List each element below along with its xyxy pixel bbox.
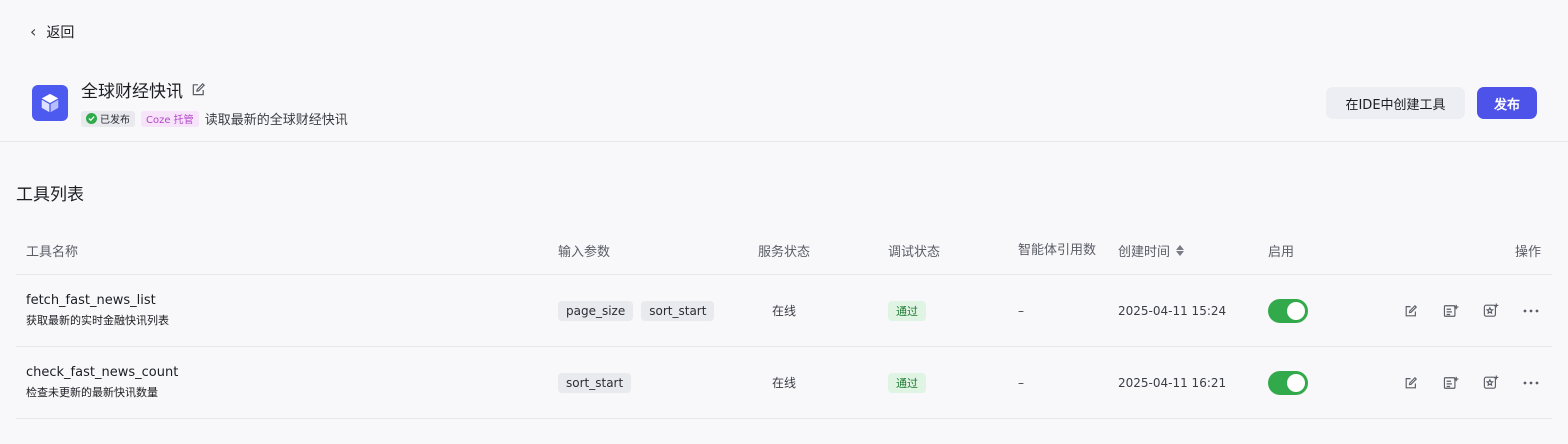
back-label: 返回: [46, 25, 75, 41]
hosted-badge: Coze 托管: [141, 110, 199, 127]
add-to-list-icon[interactable]: [1441, 301, 1461, 321]
plugin-header: 全球财经快讯 已发布 Coze 托管 读取最新的全球财经快讯 在IDE中创建工具…: [0, 64, 1568, 142]
header-enabled: 启用: [1268, 245, 1295, 260]
plugin-title: 全球财经快讯: [81, 82, 183, 102]
cube-icon: [32, 85, 68, 121]
param-tag: sort_start: [558, 372, 632, 393]
published-label: 已发布: [100, 115, 130, 126]
header-debug: 调试状态: [888, 245, 941, 260]
created-time: 2025-04-11 15:24: [1118, 303, 1227, 318]
header-service: 服务状态: [758, 245, 811, 260]
edit-icon[interactable]: [1401, 373, 1421, 393]
header-created[interactable]: 创建时间: [1118, 226, 1185, 275]
tool-name: check_fast_news_count: [26, 365, 179, 380]
tool-name: fetch_fast_news_list: [26, 293, 156, 308]
table-header: 工具名称 输入参数 服务状态 调试状态 智能体引用数 创建时间 启用 操作: [16, 226, 1552, 275]
check-circle-icon: [86, 113, 97, 124]
service-status: 在线: [772, 376, 797, 390]
debug-status-badge: 通过: [888, 372, 926, 393]
section-title: 工具列表: [16, 185, 84, 205]
edit-icon[interactable]: [191, 82, 207, 98]
publish-button[interactable]: 发布: [1477, 87, 1537, 119]
more-icon[interactable]: [1521, 373, 1541, 393]
header-ops: 操作: [1515, 245, 1542, 260]
param-tag: page_size: [558, 300, 634, 321]
sort-icon[interactable]: [1176, 245, 1185, 256]
more-icon[interactable]: [1521, 301, 1541, 321]
back-link[interactable]: ‹ 返回: [30, 21, 74, 43]
chevron-left-icon: ‹: [30, 22, 37, 41]
created-time: 2025-04-11 16:21: [1118, 375, 1227, 390]
table-row[interactable]: check_fast_news_count 检查未更新的最新快讯数量 sort_…: [16, 347, 1552, 419]
table-row[interactable]: fetch_fast_news_list 获取最新的实时金融快讯列表 page_…: [16, 275, 1552, 347]
service-status: 在线: [772, 304, 797, 318]
add-to-list-icon[interactable]: [1441, 373, 1461, 393]
enable-toggle[interactable]: [1268, 370, 1308, 395]
create-in-ide-button[interactable]: 在IDE中创建工具: [1326, 87, 1465, 119]
header-created-label: 创建时间: [1118, 245, 1171, 260]
ref-count: –: [1018, 303, 1024, 318]
star-add-icon[interactable]: [1481, 301, 1501, 321]
star-add-icon[interactable]: [1481, 373, 1501, 393]
header-refs: 智能体引用数: [1018, 243, 1097, 258]
tool-description: 获取最新的实时金融快讯列表: [26, 314, 169, 327]
param-tag: sort_start: [641, 300, 715, 321]
published-badge: 已发布: [81, 110, 135, 127]
header-name: 工具名称: [26, 245, 79, 260]
plugin-description: 读取最新的全球财经快讯: [204, 113, 348, 128]
tools-table: 工具名称 输入参数 服务状态 调试状态 智能体引用数 创建时间 启用 操作 fe…: [16, 226, 1552, 419]
edit-icon[interactable]: [1401, 301, 1421, 321]
ref-count: –: [1018, 375, 1024, 390]
debug-status-badge: 通过: [888, 300, 926, 321]
enable-toggle[interactable]: [1268, 298, 1308, 323]
header-params: 输入参数: [558, 245, 611, 260]
tool-description: 检查未更新的最新快讯数量: [26, 386, 158, 399]
